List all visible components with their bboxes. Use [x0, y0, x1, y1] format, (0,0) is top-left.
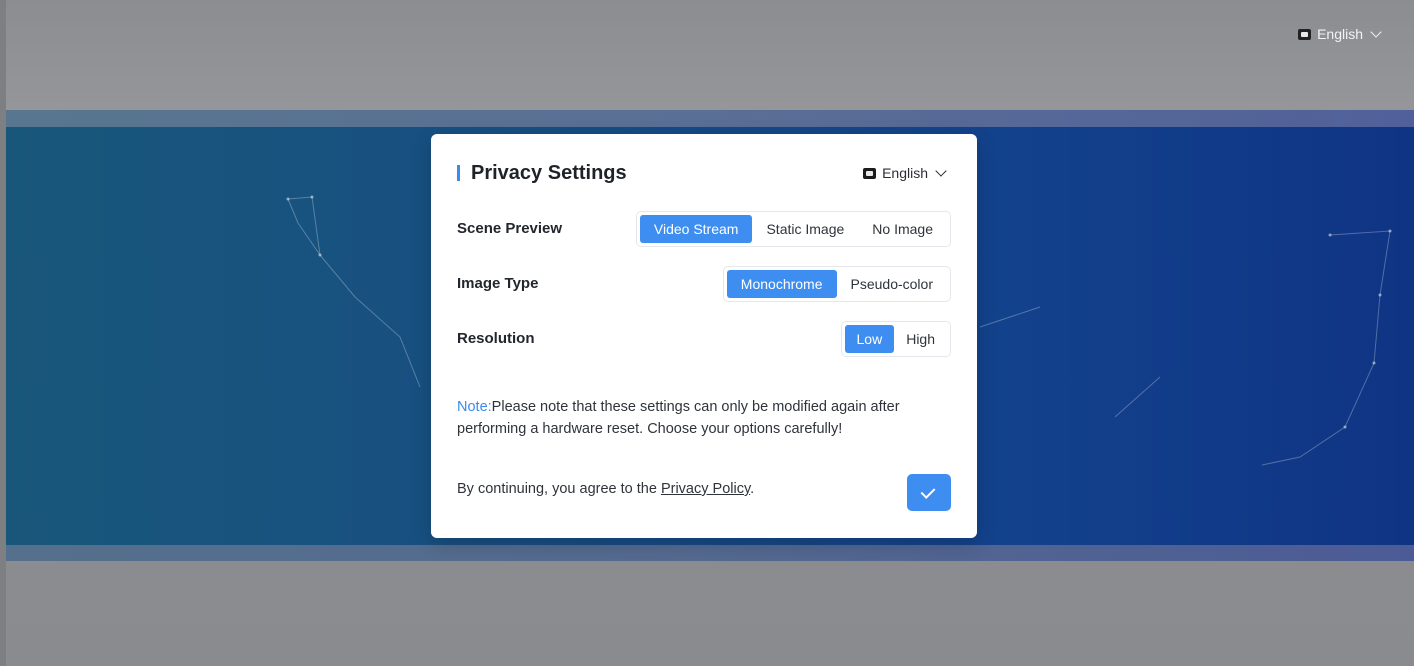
chevron-down-icon: [935, 165, 947, 177]
scene-preview-option-static-image[interactable]: Static Image: [752, 215, 858, 243]
settings-note: Note:Please note that these settings can…: [457, 396, 951, 440]
agreement-text: By continuing, you agree to the Privacy …: [457, 478, 754, 500]
dialog-title: Privacy Settings: [471, 162, 627, 184]
note-label: Note:: [457, 399, 492, 415]
privacy-policy-link[interactable]: Privacy Policy: [661, 481, 750, 497]
agreement-prefix: By continuing, you agree to the: [457, 481, 661, 497]
scene-preview-option-no-image[interactable]: No Image: [858, 215, 947, 243]
title-accent-bar: [457, 165, 460, 181]
language-icon: [1298, 28, 1312, 40]
background-edge: [0, 0, 6, 666]
resolution-option-high[interactable]: High: [894, 325, 947, 353]
chevron-down-icon: [1370, 26, 1382, 38]
image-type-option-monochrome[interactable]: Monochrome: [726, 270, 837, 298]
image-type-segmented-control: Monochrome Pseudo-color: [722, 266, 951, 302]
language-icon: [863, 167, 877, 179]
language-label: English: [1317, 26, 1363, 42]
scene-preview-row: Scene Preview Video Stream Static Image …: [457, 211, 951, 247]
background-strip: [0, 545, 1414, 561]
background-strip: [0, 110, 1414, 127]
scene-preview-label: Scene Preview: [457, 220, 563, 237]
resolution-row: Resolution Low High: [457, 321, 951, 357]
image-type-option-pseudo-color[interactable]: Pseudo-color: [837, 270, 948, 298]
agreement-suffix: .: [750, 481, 755, 497]
confirm-button[interactable]: [907, 474, 951, 511]
language-selector-top[interactable]: English: [1298, 24, 1382, 44]
dialog-header: Privacy Settings English: [457, 160, 951, 186]
dialog-footer: By continuing, you agree to the Privacy …: [457, 474, 951, 512]
image-type-row: Image Type Monochrome Pseudo-color: [457, 266, 951, 302]
privacy-settings-dialog: Privacy Settings English Scene Preview V…: [431, 134, 977, 538]
resolution-option-low[interactable]: Low: [844, 325, 895, 353]
language-selector-dialog[interactable]: English: [863, 163, 947, 183]
language-label: English: [882, 165, 928, 181]
resolution-label: Resolution: [457, 330, 535, 347]
note-text: Please note that these settings can only…: [457, 399, 900, 437]
check-icon: [920, 484, 936, 499]
image-type-label: Image Type: [457, 275, 539, 292]
background-bottom: [0, 561, 1414, 666]
scene-preview-option-video-stream[interactable]: Video Stream: [639, 215, 753, 243]
scene-preview-segmented-control: Video Stream Static Image No Image: [635, 211, 951, 247]
background-top: [0, 0, 1414, 110]
resolution-segmented-control: Low High: [840, 321, 951, 357]
